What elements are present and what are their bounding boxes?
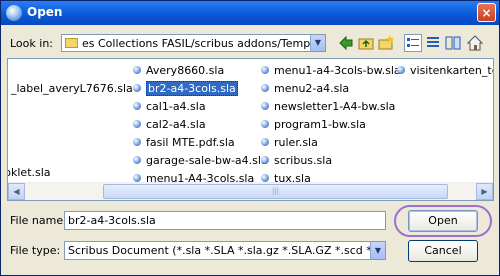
- file-list[interactable]: _label_averyL7676.sla Booklet.sla Avery8…: [7, 58, 494, 201]
- list-item[interactable]: newsletter1-A4-bw.sla: [261, 99, 395, 115]
- scribus-file-icon: [261, 120, 269, 128]
- scribus-file-icon: [133, 156, 141, 164]
- scribus-file-icon: [397, 66, 405, 74]
- look-in-label: Look in:: [10, 37, 53, 50]
- list-item[interactable]: _label_averyL7676.sla: [11, 81, 133, 97]
- look-in-combo[interactable]: es Collections FASIL/scribus addons/Temp…: [61, 34, 326, 52]
- list-item[interactable]: Booklet.sla: [8, 165, 51, 181]
- scribus-file-icon: [133, 102, 141, 110]
- file-type-value: Scribus Document (*.sla *.SLA *.sla.gz *…: [68, 244, 385, 257]
- scribus-file-icon: [133, 66, 141, 74]
- chevron-down-icon[interactable]: ▼: [310, 35, 325, 51]
- list-item[interactable]: garage-sale-bw-a4.sla: [133, 153, 268, 169]
- file-type-select[interactable]: Scribus Document (*.sla *.SLA *.sla.gz *…: [64, 241, 386, 260]
- open-dialog: Open × Look in: es Collections FASIL/scr…: [0, 0, 500, 276]
- back-arrow-icon[interactable]: [337, 34, 355, 52]
- close-button[interactable]: ×: [477, 3, 496, 22]
- list-item[interactable]: visitenkarten_ter: [397, 63, 493, 79]
- list-view-icon[interactable]: [404, 34, 422, 52]
- up-folder-icon[interactable]: [357, 34, 375, 52]
- scribus-file-icon: [261, 66, 269, 74]
- folder-icon: [65, 38, 78, 48]
- scribus-file-icon: [261, 174, 269, 182]
- list-item[interactable]: fasil MTE.pdf.sla: [133, 135, 235, 151]
- scribus-file-icon: [133, 174, 141, 182]
- list-item[interactable]: Avery8660.sla: [133, 63, 224, 79]
- look-in-path: es Collections FASIL/scribus addons/Temp…: [82, 37, 310, 50]
- scroll-right-icon[interactable]: ▶: [476, 183, 493, 200]
- horizontal-scrollbar[interactable]: ◀ ||| ▶: [8, 182, 493, 200]
- file-name-label: File name:: [10, 214, 67, 227]
- window-title: Open: [27, 5, 63, 19]
- cancel-button[interactable]: Cancel: [408, 240, 478, 262]
- list-item[interactable]: menu2-a4.sla: [261, 81, 349, 97]
- list-item[interactable]: scribus.sla: [261, 153, 332, 169]
- preview-icon[interactable]: [444, 34, 462, 52]
- chevron-down-icon[interactable]: ▼: [370, 242, 385, 259]
- scribus-file-icon: [261, 102, 269, 110]
- list-item[interactable]: menu1-a4-3cols-bw.sla: [261, 63, 401, 79]
- scribus-file-icon: [133, 138, 141, 146]
- scrollbar-thumb[interactable]: |||: [103, 184, 448, 199]
- list-item[interactable]: program1-bw.sla: [261, 117, 366, 133]
- scribus-file-icon: [261, 156, 269, 164]
- list-item[interactable]: cal1-a4.sla: [133, 99, 206, 115]
- scroll-left-icon[interactable]: ◀: [8, 183, 25, 200]
- home-icon[interactable]: [466, 34, 484, 52]
- file-name-field[interactable]: br2-a4-3cols.sla: [64, 211, 386, 230]
- scribus-file-icon: [261, 138, 269, 146]
- list-item[interactable]: cal2-a4.sla: [133, 117, 206, 133]
- detail-view-icon[interactable]: [424, 34, 442, 52]
- list-item[interactable]: br2-a4-3cols.sla: [133, 81, 238, 97]
- title-bar[interactable]: Open ×: [1, 1, 499, 25]
- scribus-file-icon: [133, 120, 141, 128]
- open-button[interactable]: Open: [408, 210, 478, 232]
- scribus-file-icon: [261, 84, 269, 92]
- new-folder-icon[interactable]: [377, 34, 395, 52]
- file-type-label: File type:: [10, 244, 61, 257]
- list-item[interactable]: ruler.sla: [261, 135, 318, 151]
- scribus-file-icon: [133, 84, 141, 92]
- app-icon: [6, 5, 22, 21]
